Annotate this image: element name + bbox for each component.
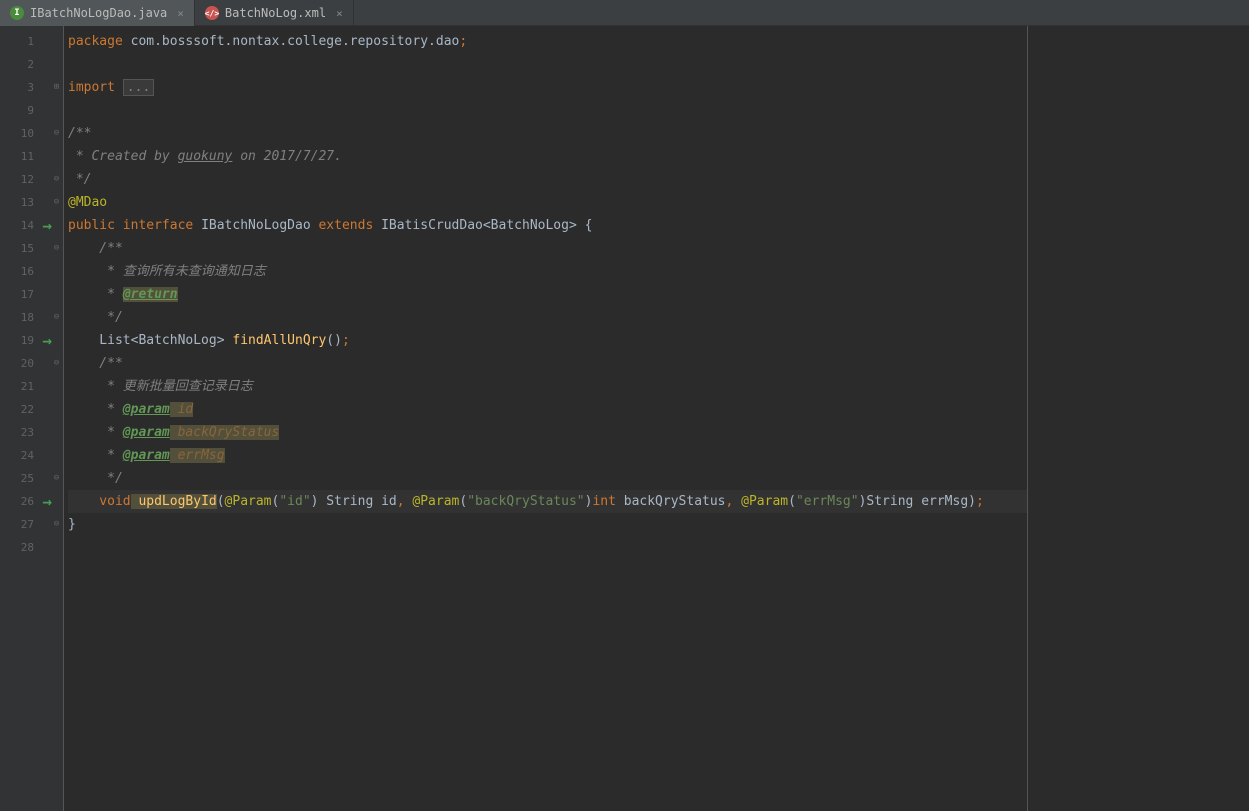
code-line: */ [68, 168, 1027, 191]
code-line: * @param errMsg [68, 444, 1027, 467]
editor-container: 1 2 3 9 10 11 12 13 14 15 16 17 18 19 20… [0, 26, 1249, 811]
xml-file-icon: </> [205, 6, 219, 20]
code-line: public interface IBatchNoLogDao extends … [68, 214, 1027, 237]
line-number: 27 [0, 513, 50, 536]
code-line: /** [68, 122, 1027, 145]
line-number: 18 [0, 306, 50, 329]
code-editor[interactable]: package com.bosssoft.nontax.college.repo… [64, 26, 1027, 811]
code-line [68, 53, 1027, 76]
line-number: 16 [0, 260, 50, 283]
fold-collapse-icon[interactable]: ⊖ [50, 306, 63, 329]
line-number: 1 [0, 30, 50, 53]
fold-collapse-icon[interactable]: ⊖ [50, 168, 63, 191]
line-number-gutter[interactable]: 1 2 3 9 10 11 12 13 14 15 16 17 18 19 20… [0, 26, 50, 811]
fold-expand-icon[interactable]: ⊞ [50, 76, 63, 99]
line-number: 22 [0, 398, 50, 421]
fold-mark [50, 536, 63, 559]
line-number: 14 [0, 214, 50, 237]
fold-mark [50, 260, 63, 283]
line-number: 10 [0, 122, 50, 145]
line-number: 26 [0, 490, 50, 513]
fold-collapse-icon[interactable]: ⊖ [50, 237, 63, 260]
tab-label: IBatchNoLogDao.java [30, 6, 167, 20]
code-line [68, 99, 1027, 122]
close-icon[interactable]: × [177, 7, 184, 20]
fold-mark [50, 283, 63, 306]
close-icon[interactable]: × [336, 7, 343, 20]
line-number: 25 [0, 467, 50, 490]
line-number: 12 [0, 168, 50, 191]
tab-java-file[interactable]: I IBatchNoLogDao.java × [0, 0, 195, 26]
line-number: 17 [0, 283, 50, 306]
fold-mark [50, 444, 63, 467]
line-number: 3 [0, 76, 50, 99]
editor-tabs: I IBatchNoLogDao.java × </> BatchNoLog.x… [0, 0, 1249, 26]
code-line: */ [68, 467, 1027, 490]
line-number: 24 [0, 444, 50, 467]
code-line: package com.bosssoft.nontax.college.repo… [68, 30, 1027, 53]
code-line [68, 536, 1027, 559]
code-line: * 查询所有未查询通知日志 [68, 260, 1027, 283]
line-number: 13 [0, 191, 50, 214]
fold-mark [50, 30, 63, 53]
fold-mark [50, 145, 63, 168]
fold-mark [50, 421, 63, 444]
fold-collapse-icon[interactable]: ⊖ [50, 191, 63, 214]
code-line-current: void updLogById(@Param("id") String id, … [68, 490, 1027, 513]
fold-mark [50, 398, 63, 421]
tab-xml-file[interactable]: </> BatchNoLog.xml × [195, 0, 354, 26]
line-number: 20 [0, 352, 50, 375]
code-line: @MDao [68, 191, 1027, 214]
fold-collapse-icon[interactable]: ⊖ [50, 122, 63, 145]
line-number: 19 [0, 329, 50, 352]
line-number: 23 [0, 421, 50, 444]
code-line: * 更新批量回查记录日志 [68, 375, 1027, 398]
line-number: 21 [0, 375, 50, 398]
code-line: } [68, 513, 1027, 536]
code-line: * @param id [68, 398, 1027, 421]
code-line: * @return [68, 283, 1027, 306]
fold-collapse-icon[interactable]: ⊖ [50, 352, 63, 375]
code-line: List<BatchNoLog> findAllUnQry(); [68, 329, 1027, 352]
line-number: 2 [0, 53, 50, 76]
code-line: /** [68, 237, 1027, 260]
line-number: 11 [0, 145, 50, 168]
line-number: 9 [0, 99, 50, 122]
code-line: * @param backQryStatus [68, 421, 1027, 444]
code-line: /** [68, 352, 1027, 375]
java-interface-icon: I [10, 6, 24, 20]
tab-label: BatchNoLog.xml [225, 6, 326, 20]
fold-collapse-icon[interactable]: ⊖ [50, 513, 63, 536]
line-number: 28 [0, 536, 50, 559]
fold-gutter[interactable]: ⊞ ⊖ ⊖ ⊖ ⊖ ⊖ ⊖ ⊖ ⊖ [50, 26, 64, 811]
code-line: * Created by guokuny on 2017/7/27. [68, 145, 1027, 168]
fold-mark [50, 375, 63, 398]
fold-mark [50, 99, 63, 122]
fold-collapse-icon[interactable]: ⊖ [50, 467, 63, 490]
fold-mark [50, 53, 63, 76]
code-line: */ [68, 306, 1027, 329]
right-panel [1027, 26, 1249, 811]
code-line: import ... [68, 76, 1027, 99]
line-number: 15 [0, 237, 50, 260]
